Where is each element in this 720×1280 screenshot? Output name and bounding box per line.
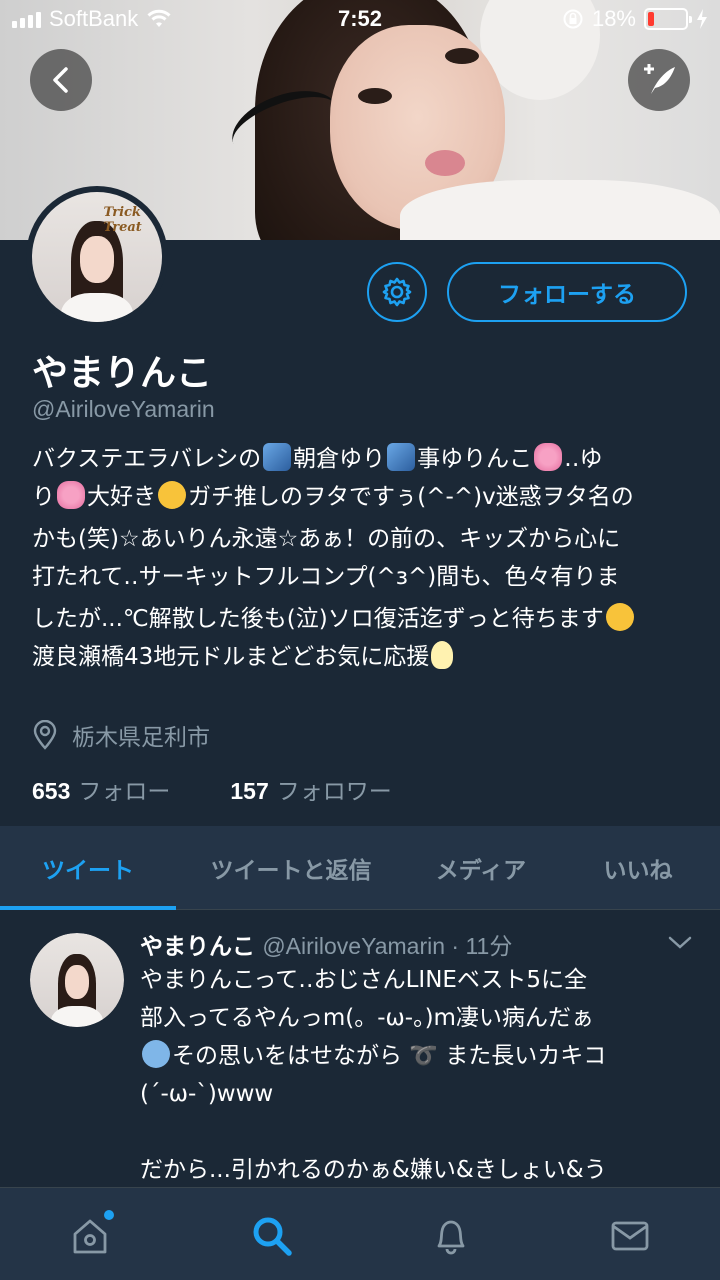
- tab-likes[interactable]: いいね: [556, 826, 720, 909]
- status-bar: SoftBank 7:52 18%: [0, 0, 720, 40]
- battery-percent: 18%: [591, 6, 636, 31]
- bio-line: り 大好き ガチ推しのヲタですぅ(^-^)v迷惑ヲタ名の: [32, 478, 692, 516]
- face-emoji: [605, 603, 634, 631]
- tweet-line: その思いをはせながら ➰ また長いカキコ: [140, 1037, 700, 1075]
- bio-text: 打たれて‥サーキットフルコンプ(^з^)間も、色々有りま: [32, 564, 620, 590]
- fearful-face-emoji: [142, 1040, 170, 1068]
- messages-icon: [611, 1221, 649, 1251]
- tweet-line: 部入ってるやんっm(。-ω-。)m凄い病んだぁ: [140, 1005, 594, 1031]
- profile-bio: バクステエラバレシの 朝倉ゆり 事ゆりんこ ‥ゆり 大好き ガチ推しのヲタですぅ(^-^)…: [32, 440, 692, 676]
- profile-name: やまりんこ: [32, 353, 213, 394]
- location-pin-icon: [33, 720, 57, 750]
- tweet-meta: @AiriloveYamarin · 11分: [262, 933, 513, 959]
- tweet-line: [140, 1113, 700, 1151]
- following-link[interactable]: 653 フォロー: [32, 772, 170, 806]
- search-icon: [253, 1217, 292, 1256]
- bio-text: 渡良瀬橋43地元ドルまどどお気に応援: [32, 644, 430, 670]
- follow-button[interactable]: フォローする: [447, 262, 687, 322]
- following-label: フォロー: [78, 778, 171, 804]
- charging-icon: [697, 9, 707, 29]
- location-text: 栃木県足利市: [72, 725, 210, 751]
- orientation-lock-icon: [563, 9, 583, 29]
- compose-feather-icon: [644, 64, 675, 94]
- profile-stats: 653 フォロー 157 フォロワー: [32, 772, 392, 806]
- followers-label: フォロワー: [276, 778, 392, 804]
- bio-line: かも(笑)☆あいりん永遠☆あぁ！の前の、キッズから心に: [32, 520, 692, 558]
- profile-tabs: ツイート ツイートと返信 メディア いいね: [0, 826, 720, 910]
- profile-location: 栃木県足利市: [32, 718, 210, 752]
- profile-handle: @AiriloveYamarin: [32, 396, 215, 422]
- nav-home[interactable]: [68, 1210, 114, 1258]
- bio-line: したが...℃解散した後も(泣)ソロ復活迄ずっと待ちます: [32, 600, 692, 638]
- bio-text: したが...℃解散した後も(泣)ソロ復活迄ずっと待ちます: [32, 606, 604, 632]
- bio-text: 事ゆりんこ: [417, 446, 533, 472]
- tab-tweets-and-replies[interactable]: ツイートと返信: [176, 826, 406, 909]
- tweet-header: やまりんこ @AiriloveYamarin · 11分: [140, 927, 512, 961]
- face-emoji: [158, 481, 186, 509]
- tweet-avatar[interactable]: [30, 933, 124, 1027]
- tweet-line: やまりんこって‥おじさんLINEベスト5に全: [140, 967, 588, 993]
- tweet-text: やまりんこって‥おじさんLINEベスト5に全 部入ってるやんっm(。-ω-。)m…: [140, 961, 700, 1187]
- star-emoji: [387, 443, 416, 471]
- followers-link[interactable]: 157 フォロワー: [230, 772, 391, 806]
- bio-line: バクステエラバレシの 朝倉ゆり 事ゆりんこ ‥ゆ: [32, 440, 692, 478]
- battery-icon: [644, 8, 692, 30]
- back-button[interactable]: [30, 49, 92, 111]
- bio-line: 打たれて‥サーキットフルコンプ(^з^)間も、色々有りま: [32, 558, 692, 596]
- banner-eye-left: [358, 88, 392, 104]
- avatar: [30, 933, 124, 1027]
- bio-line: 渡良瀬橋43地元ドルまどどお気に応援: [32, 638, 692, 676]
- bio-text: 大好き: [87, 484, 156, 510]
- bio-text: り: [32, 484, 55, 510]
- tab-media[interactable]: メディア: [406, 826, 556, 909]
- following-count: 653: [32, 778, 71, 804]
- ribbon-emoji: [57, 481, 85, 509]
- avatar-badge-text: Trick or Treat: [103, 205, 161, 235]
- new-content-indicator: [104, 1210, 114, 1220]
- banner-coat: [400, 180, 720, 240]
- profile-avatar[interactable]: Trick or Treat: [26, 186, 168, 328]
- bio-text: かも(笑)☆あいりん永遠☆あぁ！の前の、キッズから心に: [32, 526, 621, 552]
- gear-icon: [382, 277, 412, 307]
- tweet[interactable]: やまりんこ @AiriloveYamarin · 11分 やまりんこって‥おじさ…: [0, 911, 720, 1187]
- tweet-options-button[interactable]: [668, 935, 692, 954]
- nav-search[interactable]: [250, 1214, 294, 1258]
- bio-text: ガチ推しのヲタですぅ(^-^)v迷惑ヲタ名の: [188, 484, 634, 510]
- banner-lips: [425, 150, 465, 176]
- bio-text: ‥ゆ: [564, 446, 603, 472]
- home-icon: [73, 1219, 107, 1254]
- chevron-left-icon: [53, 67, 68, 93]
- bio-text: 朝倉ゆり: [293, 446, 386, 472]
- nav-notifications[interactable]: [429, 1214, 473, 1258]
- bio-text: バクステエラバレシの: [32, 446, 262, 472]
- compose-tweet-button[interactable]: [628, 49, 690, 111]
- ribbon-emoji: [534, 443, 563, 471]
- star-emoji: [263, 443, 292, 471]
- tweet-line: だから...引かれるのかぁ&嫌い&きしょい&う: [140, 1157, 607, 1183]
- banner-eye-right: [445, 48, 479, 64]
- bottom-navigation: [0, 1187, 720, 1280]
- chevron-down-icon: [668, 936, 692, 949]
- settings-button[interactable]: [367, 262, 427, 322]
- notifications-icon: [437, 1220, 465, 1255]
- avatar: Trick or Treat: [32, 192, 162, 322]
- tweet-line: (´-ω-`)www: [140, 1081, 274, 1107]
- tab-tweets[interactable]: ツイート: [0, 826, 176, 910]
- bulb-emoji: [431, 641, 454, 669]
- nav-messages[interactable]: [608, 1214, 652, 1258]
- tweet-author-name: やまりんこ: [140, 934, 255, 960]
- followers-count: 157: [230, 778, 269, 804]
